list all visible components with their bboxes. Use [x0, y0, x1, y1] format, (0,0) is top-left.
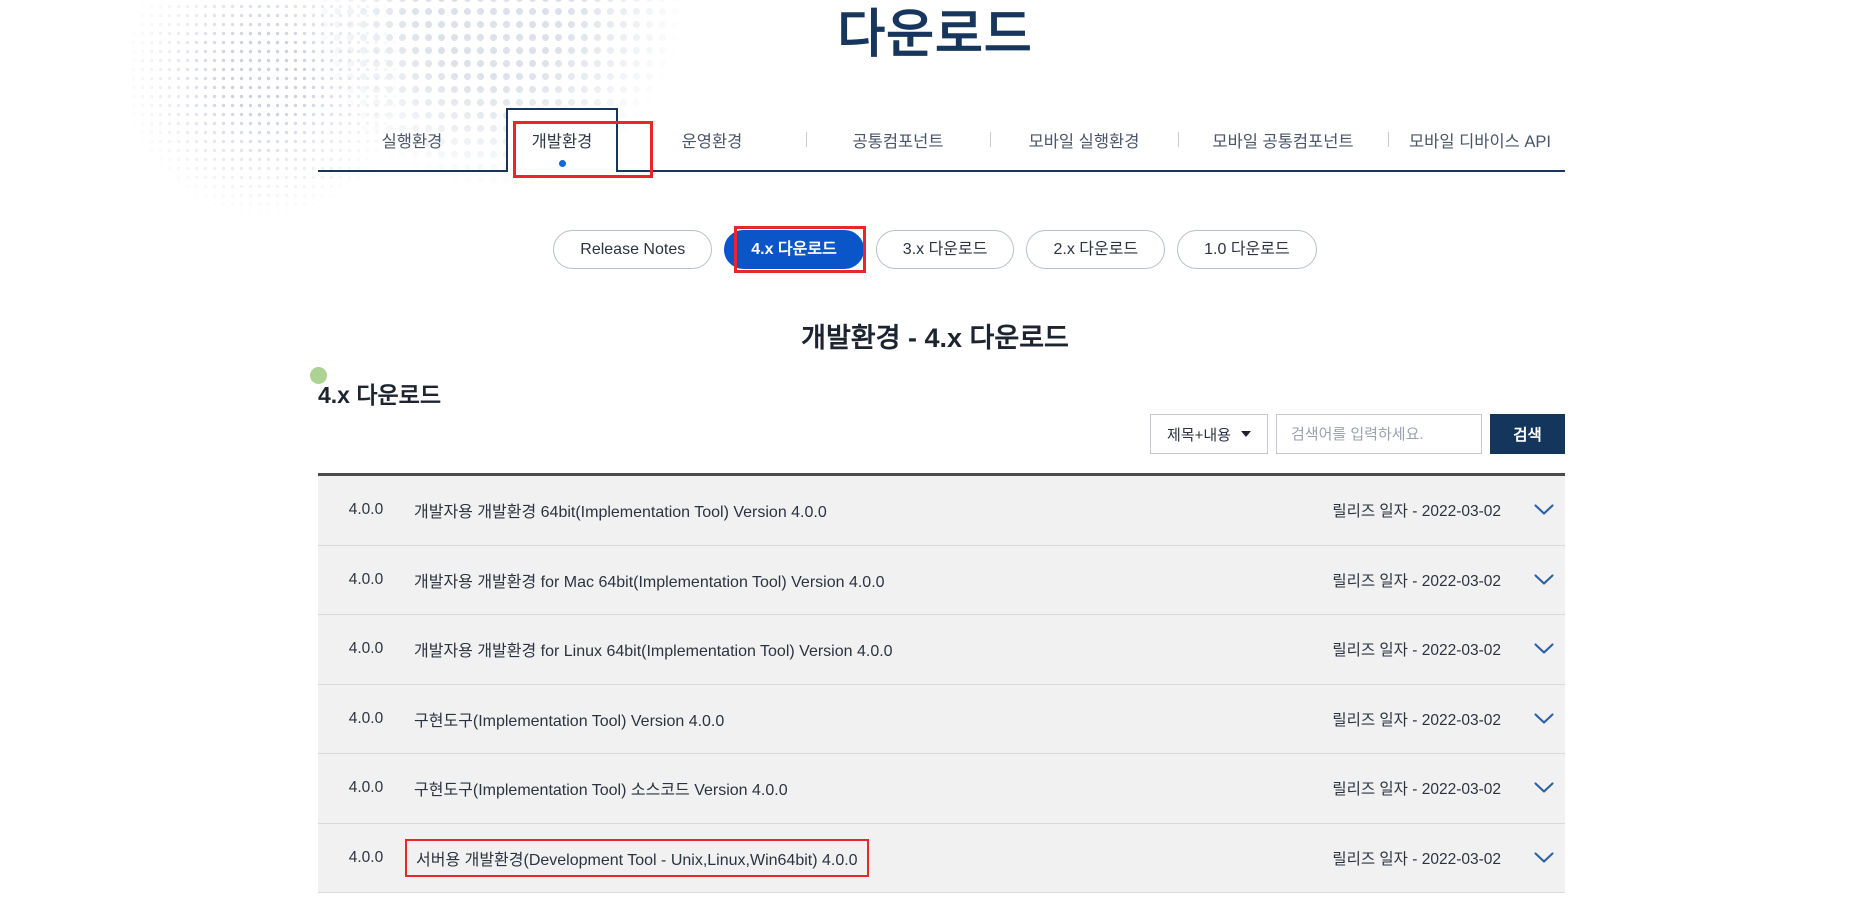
- tab-1[interactable]: 실행환경: [318, 108, 506, 152]
- pill-button-3[interactable]: 3.x 다운로드: [876, 230, 1015, 269]
- pill-button-5[interactable]: 1.0 다운로드: [1177, 230, 1317, 269]
- tab-label: 모바일 디바이스 API: [1388, 128, 1572, 152]
- tab-label: 운영환경: [618, 128, 806, 152]
- section-title-label: 4.x 다운로드: [318, 382, 441, 408]
- caret-down-icon: [1241, 431, 1251, 437]
- row-version: 4.0.0: [318, 710, 414, 728]
- version-filter-button-group: Release Notes 4.x 다운로드 3.x 다운로드 2.x 다운로드 1.0…: [0, 230, 1870, 269]
- active-tab-indicator-dot: [559, 160, 566, 167]
- chevron-down-icon[interactable]: [1523, 852, 1565, 864]
- row-title: 개발자용 개발환경 for Mac 64bit(Implementation T…: [414, 568, 1332, 592]
- tab-label: 공통컴포넌트: [806, 128, 990, 152]
- search-button[interactable]: 검색: [1490, 414, 1565, 454]
- row-title-label: 구현도구(Implementation Tool) 소스코드 Version 4…: [414, 782, 788, 799]
- row-version: 4.0.0: [318, 779, 414, 797]
- chevron-down-icon[interactable]: [1523, 574, 1565, 586]
- row-title: 서버용 개발환경(Development Tool - Unix,Linux,W…: [414, 839, 1332, 877]
- row-title-label: 개발자용 개발환경 for Linux 64bit(Implementation…: [414, 643, 893, 660]
- pill-button-4[interactable]: 2.x 다운로드: [1026, 230, 1165, 269]
- chevron-down-icon[interactable]: [1523, 643, 1565, 655]
- chevron-down-icon[interactable]: [1523, 713, 1565, 725]
- row-title-label: 서버용 개발환경(Development Tool - Unix,Linux,W…: [405, 839, 869, 877]
- row-release-date: 릴리즈 일자 - 2022-03-02: [1332, 569, 1501, 591]
- row-release-date: 릴리즈 일자 - 2022-03-02: [1332, 499, 1501, 521]
- search-category-label: 제목+내용: [1167, 424, 1231, 445]
- pill-button-1[interactable]: Release Notes: [553, 230, 712, 269]
- row-release-date: 릴리즈 일자 - 2022-03-02: [1332, 708, 1501, 730]
- tab-label: 모바일 공통컴포넌트: [1178, 128, 1388, 152]
- chevron-down-icon[interactable]: [1523, 504, 1565, 516]
- table-row[interactable]: 4.0.0구현도구(Implementation Tool) 소스코드 Vers…: [318, 754, 1565, 824]
- section-title: 4.x 다운로드: [318, 376, 441, 410]
- tab-label: 개발환경: [508, 128, 616, 152]
- row-version: 4.0.0: [318, 640, 414, 658]
- row-release-date: 릴리즈 일자 - 2022-03-02: [1332, 777, 1501, 799]
- search-input[interactable]: [1276, 414, 1482, 454]
- table-row[interactable]: 4.0.0개발자용 개발환경 64bit(Implementation Tool…: [318, 476, 1565, 546]
- row-title: 개발자용 개발환경 64bit(Implementation Tool) Ver…: [414, 498, 1332, 522]
- tab-6[interactable]: 모바일 공통컴포넌트: [1178, 108, 1388, 152]
- row-version: 4.0.0: [318, 571, 414, 589]
- tab-label: 모바일 실행환경: [990, 128, 1178, 152]
- pill-button-2[interactable]: 4.x 다운로드: [724, 230, 864, 269]
- tab-4[interactable]: 공통컴포넌트: [806, 108, 990, 152]
- primary-tab-bar: 실행환경개발환경운영환경공통컴포넌트모바일 실행환경모바일 공통컴포넌트모바일 …: [318, 108, 1565, 172]
- row-version: 4.0.0: [318, 849, 414, 867]
- row-title: 개발자용 개발환경 for Linux 64bit(Implementation…: [414, 637, 1332, 661]
- table-row[interactable]: 4.0.0서버용 개발환경(Development Tool - Unix,Li…: [318, 824, 1565, 894]
- tab-list: 실행환경개발환경운영환경공통컴포넌트모바일 실행환경모바일 공통컴포넌트모바일 …: [318, 108, 1572, 172]
- tab-3[interactable]: 운영환경: [618, 108, 806, 152]
- tab-7[interactable]: 모바일 디바이스 API: [1388, 108, 1572, 152]
- sub-heading: 개발환경 - 4.x 다운로드: [0, 316, 1870, 355]
- download-list: 4.0.0개발자용 개발환경 64bit(Implementation Tool…: [318, 473, 1565, 893]
- row-release-date: 릴리즈 일자 - 2022-03-02: [1332, 847, 1501, 869]
- tab-5[interactable]: 모바일 실행환경: [990, 108, 1178, 152]
- page-title: 다운로드: [0, 0, 1870, 67]
- row-title-label: 개발자용 개발환경 for Mac 64bit(Implementation T…: [414, 574, 885, 591]
- search-category-select[interactable]: 제목+내용: [1150, 414, 1268, 454]
- row-title-label: 구현도구(Implementation Tool) Version 4.0.0: [414, 713, 724, 730]
- row-title: 구현도구(Implementation Tool) 소스코드 Version 4…: [414, 776, 1332, 800]
- row-title: 구현도구(Implementation Tool) Version 4.0.0: [414, 707, 1332, 731]
- search-bar: 제목+내용 검색: [1150, 414, 1565, 454]
- tab-label: 실행환경: [318, 128, 506, 152]
- tab-2[interactable]: 개발환경: [506, 108, 618, 172]
- row-release-date: 릴리즈 일자 - 2022-03-02: [1332, 638, 1501, 660]
- table-row[interactable]: 4.0.0개발자용 개발환경 for Linux 64bit(Implement…: [318, 615, 1565, 685]
- chevron-down-icon[interactable]: [1523, 782, 1565, 794]
- table-row[interactable]: 4.0.0구현도구(Implementation Tool) Version 4…: [318, 685, 1565, 755]
- table-row[interactable]: 4.0.0개발자용 개발환경 for Mac 64bit(Implementat…: [318, 546, 1565, 616]
- row-title-label: 개발자용 개발환경 64bit(Implementation Tool) Ver…: [414, 504, 827, 521]
- row-version: 4.0.0: [318, 501, 414, 519]
